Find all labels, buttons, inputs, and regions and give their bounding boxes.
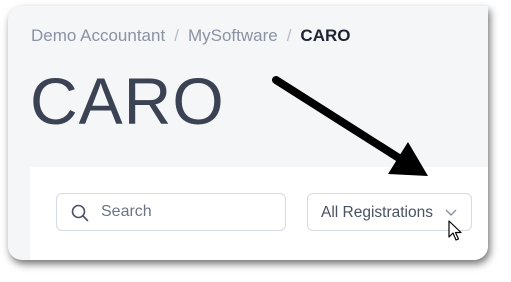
breadcrumb-separator: / (286, 26, 292, 45)
chevron-down-icon (445, 209, 457, 216)
breadcrumb-link-demo-accountant[interactable]: Demo Accountant (31, 26, 165, 45)
registrations-select-value: All Registrations (321, 204, 433, 221)
arrow-pointer-icon (272, 76, 428, 176)
breadcrumb-separator: / (174, 26, 179, 45)
breadcrumb-link-mysoftware[interactable]: MySoftware (188, 26, 278, 45)
breadcrumb-current: CARO (300, 26, 351, 45)
search-input[interactable] (101, 194, 281, 230)
page-title: CARO (30, 64, 225, 138)
search-field[interactable] (56, 193, 286, 231)
mouse-cursor-icon (448, 220, 462, 241)
search-icon (71, 204, 89, 222)
breadcrumb: Demo Accountant / MySoftware / CARO (31, 26, 350, 46)
